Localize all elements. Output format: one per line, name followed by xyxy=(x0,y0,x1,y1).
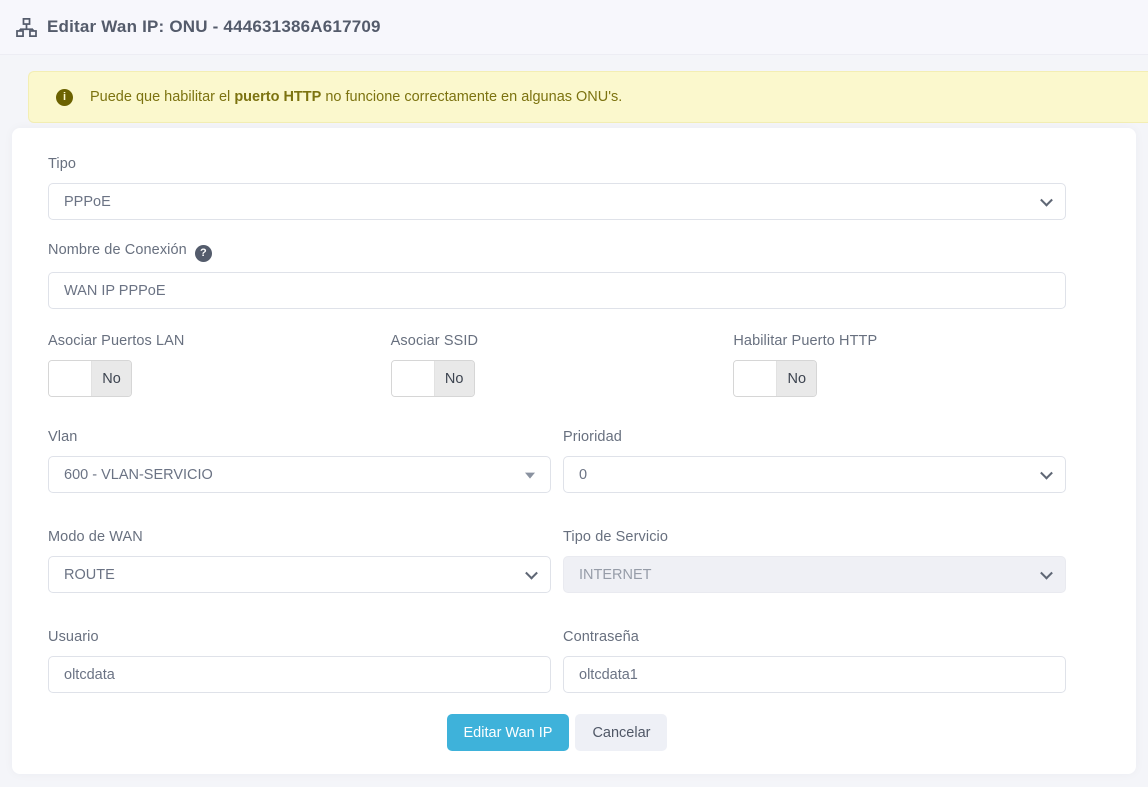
tipo-servicio-label: Tipo de Servicio xyxy=(563,529,1066,546)
field-usuario: Usuario xyxy=(48,629,551,693)
toggle-handle xyxy=(734,361,777,396)
tipo-label: Tipo xyxy=(48,156,1066,173)
info-circle-icon: i xyxy=(56,89,73,106)
asociar-puertos-lan-toggle[interactable]: No xyxy=(48,360,132,397)
field-prioridad: Prioridad 0 xyxy=(563,429,1066,493)
edit-wan-ip-button[interactable]: Editar Wan IP xyxy=(447,714,570,751)
vlan-prioridad-row: Vlan 600 - VLAN-SERVICIO Prioridad 0 xyxy=(48,429,1066,493)
usuario-label: Usuario xyxy=(48,629,551,646)
tipo-select[interactable]: PPPoE xyxy=(48,183,1066,220)
tipo-servicio-select: INTERNET xyxy=(563,556,1066,593)
contrasena-label: Contraseña xyxy=(563,629,1066,646)
edit-wan-ip-form: Tipo PPPoE Nombre de Conexión ? Asociar … xyxy=(48,156,1066,751)
asociar-puertos-lan-label: Asociar Puertos LAN xyxy=(48,333,381,350)
field-vlan: Vlan 600 - VLAN-SERVICIO xyxy=(48,429,551,493)
modo-servicio-row: Modo de WAN ROUTE Tipo de Servicio INTER… xyxy=(48,529,1066,593)
field-asociar-ssid: Asociar SSID No xyxy=(391,333,724,397)
credentials-row: Usuario Contraseña xyxy=(48,629,1066,693)
nombre-conexion-input[interactable] xyxy=(48,272,1066,309)
vlan-selected-value: 600 - VLAN-SERVICIO xyxy=(64,467,213,483)
habilitar-puerto-http-label: Habilitar Puerto HTTP xyxy=(733,333,1066,350)
alert-text: Puede que habilitar el puerto HTTP no fu… xyxy=(90,89,622,105)
toggle-handle xyxy=(49,361,92,396)
toggle-state-label: No xyxy=(435,361,474,396)
asociar-ssid-label: Asociar SSID xyxy=(391,333,724,350)
prioridad-select[interactable]: 0 xyxy=(563,456,1066,493)
question-circle-icon[interactable]: ? xyxy=(195,245,212,262)
caret-down-icon xyxy=(525,472,535,478)
edit-wan-ip-card: Tipo PPPoE Nombre de Conexión ? Asociar … xyxy=(12,128,1136,774)
sitemap-icon xyxy=(16,18,37,37)
toggle-handle xyxy=(392,361,435,396)
asociar-ssid-toggle[interactable]: No xyxy=(391,360,475,397)
page-title: Editar Wan IP: ONU - 444631386A617709 xyxy=(47,17,381,37)
toggles-row: Asociar Puertos LAN No Asociar SSID No H… xyxy=(48,333,1066,397)
vlan-select[interactable]: 600 - VLAN-SERVICIO xyxy=(48,456,551,493)
cancel-button[interactable]: Cancelar xyxy=(575,714,667,751)
field-nombre-conexion: Nombre de Conexión ? xyxy=(48,242,1066,309)
field-contrasena: Contraseña xyxy=(563,629,1066,693)
field-asociar-puertos-lan: Asociar Puertos LAN No xyxy=(48,333,381,397)
contrasena-input[interactable] xyxy=(563,656,1066,693)
modo-wan-select[interactable]: ROUTE xyxy=(48,556,551,593)
nombre-conexion-label: Nombre de Conexión ? xyxy=(48,242,1066,262)
vlan-label: Vlan xyxy=(48,429,551,446)
warning-alert: i Puede que habilitar el puerto HTTP no … xyxy=(28,71,1148,123)
page-header: Editar Wan IP: ONU - 444631386A617709 xyxy=(0,0,1148,55)
field-habilitar-puerto-http: Habilitar Puerto HTTP No xyxy=(733,333,1066,397)
field-modo-wan: Modo de WAN ROUTE xyxy=(48,529,551,593)
field-tipo-servicio: Tipo de Servicio INTERNET xyxy=(563,529,1066,593)
field-tipo: Tipo PPPoE xyxy=(48,156,1066,220)
toggle-state-label: No xyxy=(92,361,131,396)
habilitar-puerto-http-toggle[interactable]: No xyxy=(733,360,817,397)
toggle-state-label: No xyxy=(777,361,816,396)
prioridad-label: Prioridad xyxy=(563,429,1066,446)
usuario-input[interactable] xyxy=(48,656,551,693)
modo-wan-label: Modo de WAN xyxy=(48,529,551,546)
form-actions: Editar Wan IP Cancelar xyxy=(48,714,1066,751)
